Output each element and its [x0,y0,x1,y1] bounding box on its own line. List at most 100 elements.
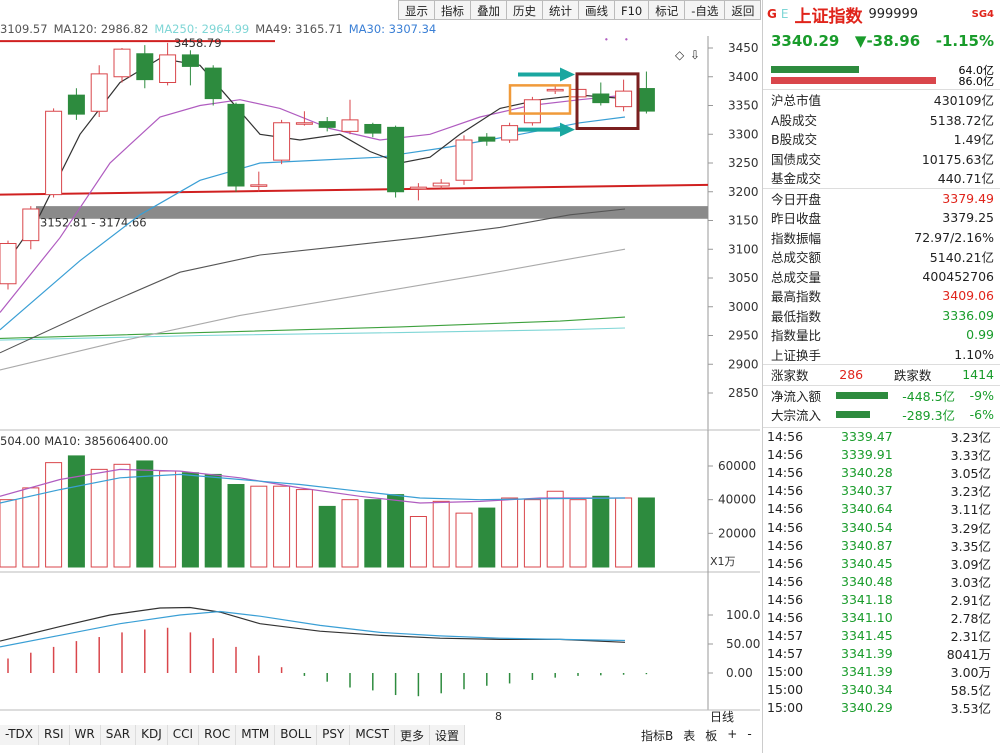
candle-body[interactable] [478,136,496,142]
candle-body[interactable] [90,73,108,112]
volume-bar[interactable] [45,462,63,568]
candle-body[interactable] [387,126,405,193]
tick-row[interactable]: 15:00 3340.29 3.53亿 [763,699,1000,717]
candle-body[interactable] [204,67,222,100]
candle-body[interactable] [295,122,313,125]
indicator-tab-12[interactable]: 设置 [430,725,466,745]
toolbar-btn-7[interactable]: 标记 [649,0,686,20]
indicator-tab-5[interactable]: CCI [168,725,200,745]
candle-body[interactable] [615,90,633,108]
tick-row[interactable]: 14:57 3341.39 8041万 [763,645,1000,663]
volume-bar[interactable] [546,490,564,568]
candle-body[interactable] [409,186,427,190]
bookmark-icon[interactable]: E [781,7,789,21]
cursor-icon[interactable]: ⇩ [690,48,700,62]
volume-bar[interactable] [478,507,496,568]
volume-bar[interactable] [204,473,222,568]
tick-list[interactable]: 14:56 3339.47 3.23亿 14:56 3339.91 3.33亿 14:56 3… [763,428,1000,718]
toolbar-btn-4[interactable]: 统计 [543,0,579,20]
bottom-control-2[interactable]: 板 [700,725,722,745]
volume-bar[interactable] [409,516,427,568]
tick-row[interactable]: 15:00 3340.34 58.5亿 [763,681,1000,699]
candle-body[interactable] [455,139,473,181]
indicator-tab-3[interactable]: SAR [101,725,137,745]
volume-bar[interactable] [0,499,17,568]
candle-body[interactable] [227,103,245,187]
candle-body[interactable] [250,184,268,187]
tick-row[interactable]: 14:56 3340.37 3.23亿 [763,482,1000,500]
bottom-control-3[interactable]: + [722,725,742,745]
candle-body[interactable] [637,88,655,112]
volume-bar[interactable] [501,497,519,568]
volume-bar[interactable] [387,494,405,568]
period-label[interactable]: 日线 [710,708,734,725]
volume-bar[interactable] [159,470,177,568]
toolbar-btn-6[interactable]: F10 [615,0,650,20]
tick-row[interactable]: 14:56 3340.64 3.11亿 [763,500,1000,518]
toolbar-btn-3[interactable]: 历史 [507,0,543,20]
indicator-tab-4[interactable]: KDJ [136,725,168,745]
tick-row[interactable]: 14:56 3341.10 2.78亿 [763,608,1000,626]
volume-bar[interactable] [113,463,131,568]
tick-row[interactable]: 14:56 3340.45 3.09亿 [763,554,1000,572]
toolbar-btn-8[interactable]: -自选 [685,0,726,20]
toolbar-btn-5[interactable]: 画线 [579,0,615,20]
candle-body[interactable] [501,125,519,141]
indicator-tab-1[interactable]: RSI [39,725,70,745]
volume-bar[interactable] [637,497,655,568]
tick-row[interactable]: 14:56 3340.54 3.29亿 [763,518,1000,536]
price-chart[interactable]: 3450 3400 3350 3300 3250 3200 3150 3100 3050 3000… [0,36,760,431]
tick-row[interactable]: 14:57 3341.45 2.31亿 [763,627,1000,645]
volume-bar[interactable] [273,485,291,568]
candle-body[interactable] [45,110,63,196]
bottom-control-1[interactable]: 表 [678,725,700,745]
indicator-tab-10[interactable]: MCST [350,725,396,745]
candle-body[interactable] [432,182,450,187]
candle-body[interactable] [523,99,541,124]
volume-bar[interactable] [136,460,154,568]
indicator-tab-6[interactable]: ROC [199,725,237,745]
volume-bar[interactable] [592,495,610,568]
candle-body[interactable] [136,53,154,81]
bottom-control-0[interactable]: 指标B [636,725,678,745]
indicator-tab-7[interactable]: MTM [236,725,276,745]
candle-body[interactable] [67,94,85,115]
indicator-tab-11[interactable]: 更多 [395,725,431,745]
candle-body[interactable] [0,243,17,285]
indicator-tab-2[interactable]: WR [70,725,101,745]
tick-row[interactable]: 14:56 3340.87 3.35亿 [763,536,1000,554]
tick-row[interactable]: 14:56 3339.91 3.33亿 [763,446,1000,464]
toolbar-btn-1[interactable]: 指标 [435,0,471,20]
volume-bar[interactable] [22,487,40,568]
tick-row[interactable]: 14:56 3341.18 2.91亿 [763,590,1000,608]
volume-bar[interactable] [227,484,245,568]
volume-bar[interactable] [318,505,336,568]
bottom-control-4[interactable]: - [742,725,756,745]
toolbar-btn-2[interactable]: 叠加 [471,0,507,20]
volume-bar[interactable] [432,500,450,568]
volume-bar[interactable] [250,485,268,568]
candle-body[interactable] [181,54,199,67]
candle-body[interactable] [113,48,131,78]
indicator-tab-8[interactable]: BOLL [275,725,318,745]
candle-body[interactable] [22,208,40,242]
diamond-icon[interactable]: ◇ [675,48,685,62]
toolbar-btn-9[interactable]: 返回 [725,0,762,20]
volume-bar[interactable] [364,499,382,568]
candle-body[interactable] [318,121,336,128]
toolbar-btn-0[interactable]: 显示 [398,0,435,20]
volume-bar[interactable] [615,497,633,568]
tick-row[interactable]: 15:00 3341.39 3.00万 [763,663,1000,681]
candle-body[interactable] [273,122,291,161]
volume-bar[interactable] [90,468,108,568]
candle-body[interactable] [159,54,177,83]
volume-bar[interactable] [569,499,587,568]
tick-row[interactable]: 14:56 3340.48 3.03亿 [763,572,1000,590]
tick-row[interactable]: 14:56 3339.47 3.23亿 [763,428,1000,446]
volume-bar[interactable] [523,499,541,568]
volume-bar[interactable] [341,499,359,568]
volume-bar[interactable] [455,512,473,568]
volume-bar[interactable] [67,455,85,568]
candle-body[interactable] [364,123,382,134]
tick-row[interactable]: 14:56 3340.28 3.05亿 [763,464,1000,482]
